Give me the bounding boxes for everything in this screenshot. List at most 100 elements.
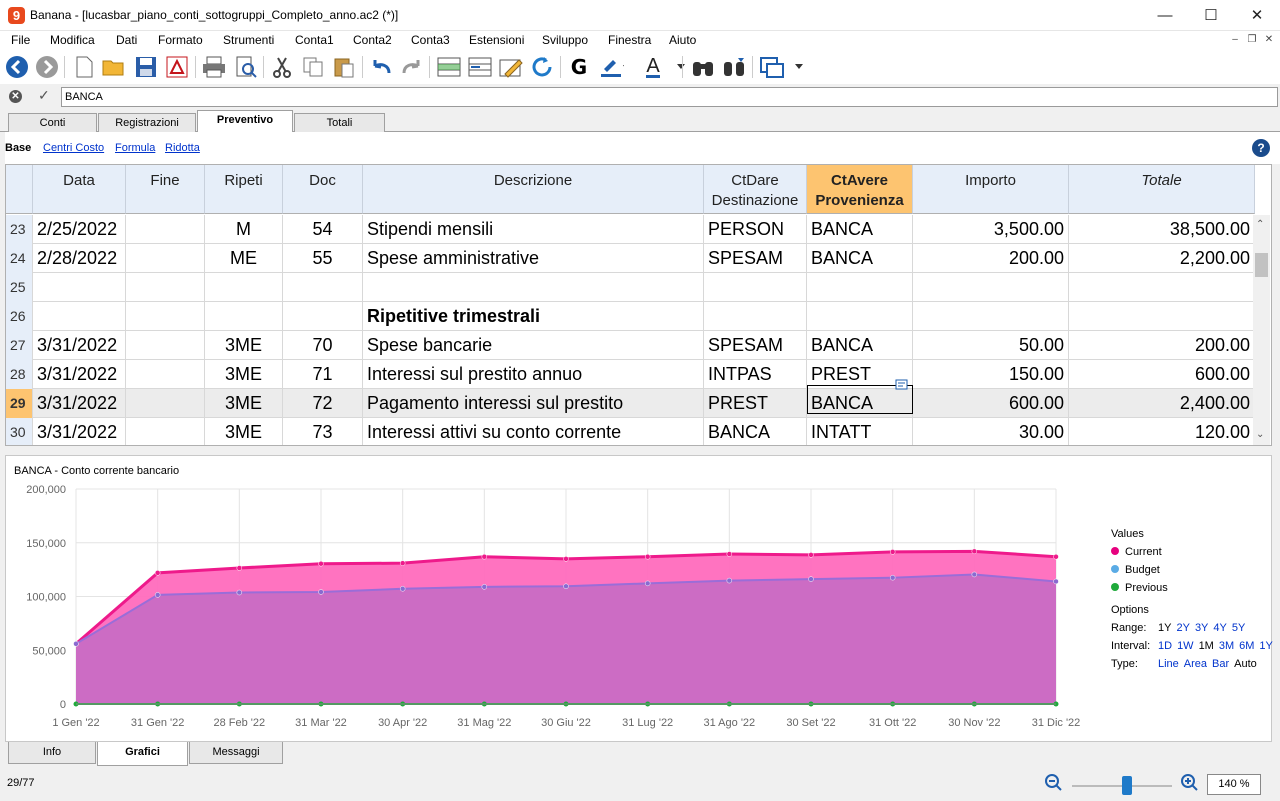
tab-preventivo[interactable]: Preventivo <box>197 110 293 132</box>
data-point-budget[interactable] <box>726 577 733 584</box>
data-point-current[interactable] <box>889 549 896 555</box>
cell-ripeti[interactable]: ME <box>205 244 283 273</box>
cell-avere[interactable]: BANCA <box>807 215 913 244</box>
column-header-descrizione[interactable]: Descrizione <box>363 165 704 214</box>
cell-avere[interactable] <box>807 273 913 302</box>
zoom-slider-thumb[interactable] <box>1122 776 1132 795</box>
cell-doc[interactable]: 54 <box>283 215 363 244</box>
font-color-icon[interactable]: A <box>640 54 666 80</box>
data-point-budget[interactable] <box>971 571 978 578</box>
menu-conta3[interactable]: Conta3 <box>411 33 450 47</box>
cell-data[interactable]: 3/31/2022 <box>33 389 126 418</box>
legend-previous[interactable]: Previous <box>1111 582 1168 594</box>
copy-icon[interactable] <box>300 54 326 80</box>
data-point-current[interactable] <box>1053 553 1059 560</box>
table-row[interactable]: 30 3/31/2022 3ME 73 Interessi attivi su cont… <box>6 418 1255 445</box>
data-point-current[interactable] <box>971 548 978 555</box>
cell-doc[interactable]: 73 <box>283 418 363 445</box>
cell-edit-input[interactable]: BANCA <box>61 87 1278 107</box>
cell-importo[interactable] <box>913 273 1069 302</box>
cell-ripeti[interactable]: 3ME <box>205 331 283 360</box>
data-point-budget[interactable] <box>1053 578 1059 585</box>
cell-importo[interactable]: 50.00 <box>913 331 1069 360</box>
cell-totale[interactable]: 2,400.00 <box>1069 389 1255 418</box>
cell-ripeti[interactable] <box>205 273 283 302</box>
cell-fine[interactable] <box>126 331 205 360</box>
cell-ripeti[interactable]: 3ME <box>205 389 283 418</box>
cell-desc[interactable]: Stipendi mensili <box>363 215 704 244</box>
menu-dati[interactable]: Dati <box>116 33 137 47</box>
menu-formato[interactable]: Formato <box>158 33 203 47</box>
data-point-budget[interactable] <box>644 580 651 587</box>
mdi-restore-icon[interactable]: ❐ <box>1244 33 1260 47</box>
cell-dare[interactable] <box>704 273 807 302</box>
minimize-button[interactable]: — <box>1142 0 1188 31</box>
cell-dare[interactable]: BANCA <box>704 418 807 445</box>
cell-importo[interactable]: 30.00 <box>913 418 1069 445</box>
tab-totali[interactable]: Totali <box>294 113 385 133</box>
range-option-3y[interactable]: 3Y <box>1195 622 1208 634</box>
table-row[interactable]: 28 3/31/2022 3ME 71 Interessi sul prestito a… <box>6 360 1255 389</box>
column-header-ctdare[interactable]: CtDare Destinazione <box>704 165 807 214</box>
cell-doc[interactable] <box>283 302 363 331</box>
zoom-out-icon[interactable] <box>1044 773 1064 796</box>
cell-fine[interactable] <box>126 215 205 244</box>
table-row[interactable]: 23 2/25/2022 M 54 Stipendi mensili PERSON BANC… <box>6 215 1255 244</box>
cell-dare[interactable]: INTPAS <box>704 360 807 389</box>
data-point-current[interactable] <box>318 560 324 567</box>
table-row[interactable]: 25 <box>6 273 1255 302</box>
column-header-data[interactable]: Data <box>33 165 126 214</box>
tab-messaggi[interactable]: Messaggi <box>189 742 283 764</box>
cell-ripeti[interactable]: 3ME <box>205 418 283 445</box>
edit-column-icon[interactable] <box>498 54 524 80</box>
back-icon[interactable] <box>4 54 30 80</box>
data-point-current[interactable] <box>644 553 651 560</box>
tab-info[interactable]: Info <box>8 742 96 764</box>
cell-importo[interactable]: 200.00 <box>913 244 1069 273</box>
mdi-close-icon[interactable]: ✕ <box>1261 33 1277 47</box>
menu-conta1[interactable]: Conta1 <box>295 33 334 47</box>
zoom-level-field[interactable]: 140 % <box>1207 774 1261 795</box>
cell-doc[interactable]: 72 <box>283 389 363 418</box>
interval-option-1d[interactable]: 1D <box>1158 640 1172 652</box>
highlight-color-icon[interactable] <box>598 54 624 80</box>
cell-data[interactable]: 2/28/2022 <box>33 244 126 273</box>
scroll-up-icon[interactable]: ⌃ <box>1256 219 1264 230</box>
tab-conti[interactable]: Conti <box>8 113 97 133</box>
undo-icon[interactable] <box>368 54 394 80</box>
window-switch-icon[interactable] <box>759 54 785 80</box>
cell-totale[interactable]: 2,200.00 <box>1069 244 1255 273</box>
data-point-current[interactable] <box>481 553 488 560</box>
menu-aiuto[interactable]: Aiuto <box>669 33 696 47</box>
interval-option-6m[interactable]: 6M <box>1239 640 1254 652</box>
cell-avere[interactable]: BANCA <box>807 331 913 360</box>
data-point-budget[interactable] <box>399 586 406 592</box>
table-scrollbar[interactable]: ⌃ ⌄ <box>1253 215 1270 445</box>
column-header-totale[interactable]: Totale <box>1069 165 1255 214</box>
data-point-current[interactable] <box>154 570 161 576</box>
range-option-4y[interactable]: 4Y <box>1213 622 1226 634</box>
cell-avere[interactable]: BANCA <box>807 244 913 273</box>
cell-desc[interactable]: Ripetitive trimestrali <box>363 302 704 331</box>
cell-importo[interactable]: 3,500.00 <box>913 215 1069 244</box>
cell-dare[interactable]: SPESAM <box>704 244 807 273</box>
cell-desc[interactable] <box>363 273 704 302</box>
tab-grafici[interactable]: Grafici <box>97 742 188 766</box>
cell-data[interactable]: 3/31/2022 <box>33 418 126 445</box>
tab-registrazioni[interactable]: Registrazioni <box>98 113 196 133</box>
delete-row-icon[interactable] <box>467 54 493 80</box>
table-row[interactable]: 27 3/31/2022 3ME 70 Spese bancarie SPESAM BANC… <box>6 331 1255 360</box>
menu-modifica[interactable]: Modifica <box>50 33 95 47</box>
column-header-importo[interactable]: Importo <box>913 165 1069 214</box>
menu-conta2[interactable]: Conta2 <box>353 33 392 47</box>
data-point-current[interactable] <box>563 556 569 562</box>
range-option-1y[interactable]: 1Y <box>1158 622 1171 634</box>
column-header-ripeti[interactable]: Ripeti <box>205 165 283 214</box>
table-row[interactable]: 24 2/28/2022 ME 55 Spese amministrative SPESA… <box>6 244 1255 273</box>
cell-avere[interactable]: INTATT <box>807 418 913 445</box>
bold-icon[interactable]: G <box>566 54 592 80</box>
view-formula[interactable]: Formula <box>115 142 155 154</box>
menu-sviluppo[interactable]: Sviluppo <box>542 33 588 47</box>
cell-dare[interactable]: SPESAM <box>704 331 807 360</box>
cell-importo[interactable]: 150.00 <box>913 360 1069 389</box>
